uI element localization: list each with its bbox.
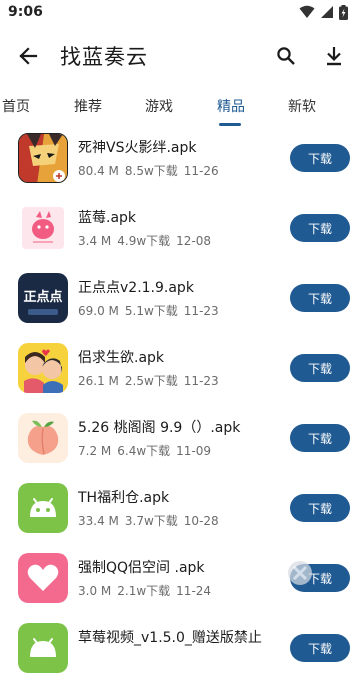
download-icon <box>327 47 341 66</box>
download-button[interactable]: 下载 <box>290 634 350 662</box>
battery-icon <box>339 4 348 20</box>
app-downloads: 2.1w下载 <box>117 584 171 598</box>
status-icons <box>299 4 348 20</box>
app-list-item[interactable]: 蓝莓.apk 3.4 M 4.9w下载 12-08 下载 <box>0 193 358 263</box>
app-size: 7.2 M <box>78 444 112 458</box>
app-name: 蓝莓.apk <box>78 210 137 226</box>
wifi-icon <box>299 5 315 18</box>
page-title: 找蓝奏云 <box>60 45 148 69</box>
tab-new-software[interactable]: 新软 <box>288 96 316 116</box>
floating-assist-icon[interactable] <box>287 560 313 586</box>
couple-cartoon-icon <box>18 343 68 393</box>
app-size: 80.4 M <box>78 164 119 178</box>
tab-recommended[interactable]: 推荐 <box>74 96 102 116</box>
app-list-item[interactable]: 死神VS火影绊.apk 80.4 M 8.5w下载 11-26 下载 <box>0 123 358 193</box>
app-date: 11-23 <box>183 374 219 388</box>
app-downloads: 2.5w下载 <box>124 374 178 388</box>
app-size: 33.4 M <box>78 514 119 528</box>
app-date: 11-26 <box>183 164 219 178</box>
app-meta: 3.4 M 4.9w下载 12-08 <box>78 232 217 249</box>
app-size: 26.1 M <box>78 374 119 388</box>
app-meta: 7.2 M 6.4w下载 11-09 <box>78 442 217 459</box>
download-manager-button[interactable] <box>314 36 354 76</box>
back-arrow-icon <box>19 47 38 65</box>
app-list-item[interactable]: TH福利仓.apk 33.4 M 3.7w下载 10-28 下载 <box>0 473 358 543</box>
app-downloads: 4.9w下载 <box>117 234 171 248</box>
app-meta: 3.0 M 2.1w下载 11-24 <box>78 582 217 599</box>
app-name: 正点点v2.1.9.apk <box>78 280 194 296</box>
anime-game-icon <box>18 133 68 183</box>
app-size: 69.0 M <box>78 304 119 318</box>
app-size: 3.0 M <box>78 584 112 598</box>
app-meta: 69.0 M 5.1w下载 11-23 <box>78 302 225 319</box>
download-button[interactable]: 下载 <box>290 354 350 382</box>
peach-icon <box>18 413 68 463</box>
app-date: 11-09 <box>176 444 212 458</box>
app-date: 10-28 <box>183 514 219 528</box>
download-button[interactable]: 下载 <box>290 144 350 172</box>
app-name: 侣求生欲.apk <box>78 350 165 366</box>
android-robot-icon <box>18 483 68 533</box>
status-time: 9:06 <box>8 4 43 20</box>
back-button[interactable] <box>8 36 48 76</box>
app-name: 草莓视频_v1.5.0_赠送版禁止 <box>78 630 262 646</box>
app-downloads: 3.7w下载 <box>124 514 178 528</box>
app-name: 5.26 桃阁阁 9.9（）.apk <box>78 420 241 436</box>
tab-games[interactable]: 游戏 <box>145 96 173 116</box>
search-icon <box>277 47 295 65</box>
app-bar: 找蓝奏云 <box>0 24 358 88</box>
app-meta: 33.4 M 3.7w下载 10-28 <box>78 512 225 529</box>
app-list-item[interactable]: 草莓视频_v1.5.0_赠送版禁止 下载 <box>0 613 358 683</box>
icon-logo-text: 正点点 <box>23 290 63 305</box>
app-date: 11-23 <box>183 304 219 318</box>
category-tabs: 首页 推荐 游戏 精品 新软 <box>0 88 358 126</box>
tab-featured[interactable]: 精品 <box>217 96 245 116</box>
tab-home[interactable]: 首页 <box>2 96 30 116</box>
android-robot-icon <box>18 623 68 673</box>
app-name: TH福利仓.apk <box>78 490 170 506</box>
app-meta: 80.4 M 8.5w下载 11-26 <box>78 162 225 179</box>
app-size: 3.4 M <box>78 234 112 248</box>
download-button[interactable]: 下载 <box>290 214 350 242</box>
app-list-item[interactable]: 正点点 正点点v2.1.9.apk 69.0 M 5.1w下载 11-23 下载 <box>0 263 358 333</box>
app-downloads: 8.5w下载 <box>124 164 178 178</box>
app-name: 强制QQ侣空间 .apk <box>78 560 205 576</box>
status-bar: 9:06 <box>0 0 358 24</box>
zhengdiandian-logo-icon: 正点点 <box>18 273 68 323</box>
download-button[interactable]: 下载 <box>290 424 350 452</box>
search-button[interactable] <box>266 36 306 76</box>
app-downloads: 5.1w下载 <box>124 304 178 318</box>
signal-icon <box>321 6 333 18</box>
app-list-item[interactable]: 5.26 桃阁阁 9.9（）.apk 7.2 M 6.4w下载 11-09 下载 <box>0 403 358 473</box>
app-downloads: 6.4w下载 <box>117 444 171 458</box>
app-meta: 26.1 M 2.5w下载 11-23 <box>78 372 225 389</box>
app-name: 死神VS火影绊.apk <box>78 140 197 156</box>
pink-bird-icon <box>18 203 68 253</box>
heart-icon <box>18 553 68 603</box>
app-list-item[interactable]: 侣求生欲.apk 26.1 M 2.5w下载 11-23 下载 <box>0 333 358 403</box>
app-date: 11-24 <box>176 584 212 598</box>
download-button[interactable]: 下载 <box>290 284 350 312</box>
app-date: 12-08 <box>176 234 212 248</box>
download-button[interactable]: 下载 <box>290 494 350 522</box>
